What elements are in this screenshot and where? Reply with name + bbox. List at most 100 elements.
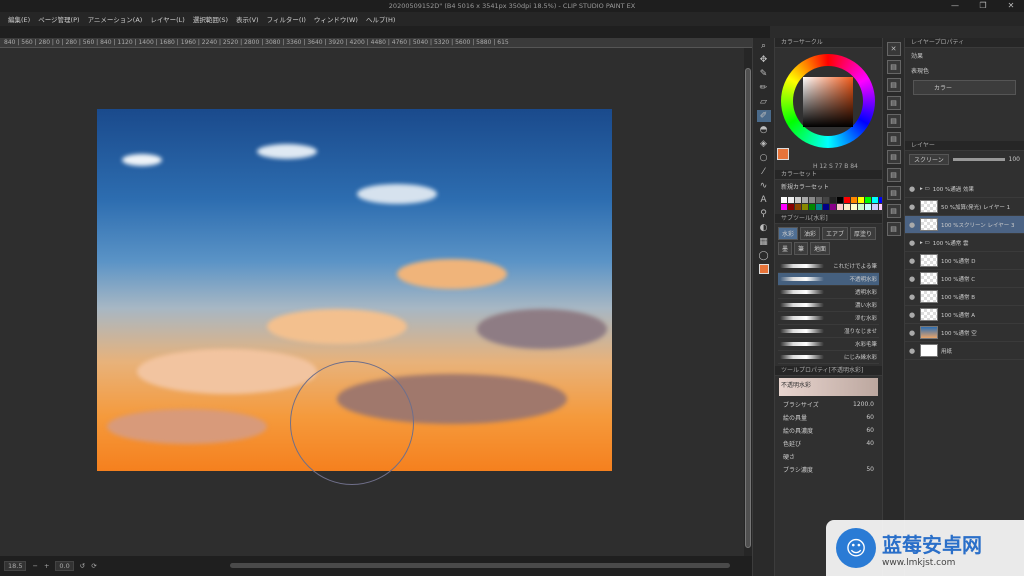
palette-swatch[interactable] bbox=[816, 204, 822, 210]
palette-swatch[interactable] bbox=[823, 197, 829, 203]
layer-row[interactable]: ● 100 %通常 C bbox=[905, 270, 1024, 288]
palette-swatch[interactable] bbox=[844, 204, 850, 210]
palette-swatch[interactable] bbox=[809, 204, 815, 210]
menu-layer[interactable]: レイヤー(L) bbox=[146, 14, 189, 24]
property-row[interactable]: 硬さ bbox=[775, 450, 882, 463]
palette-swatch[interactable] bbox=[844, 197, 850, 203]
palette-swatch[interactable] bbox=[802, 204, 808, 210]
tab-watercolor[interactable]: 水彩 bbox=[778, 227, 799, 240]
saturation-value-square[interactable] bbox=[803, 77, 853, 127]
brush-item[interactable]: 湿りなじませ bbox=[778, 325, 879, 338]
minimize-button[interactable]: — bbox=[946, 0, 964, 12]
property-value[interactable]: 60 bbox=[866, 414, 874, 421]
layer-row[interactable]: ● 用紙 bbox=[905, 342, 1024, 360]
sub-view-icon[interactable]: ▤ bbox=[886, 78, 901, 92]
material-icon[interactable]: ▤ bbox=[886, 96, 901, 110]
gradient-tool-icon[interactable]: ◐ bbox=[757, 222, 771, 234]
property-row[interactable]: 絵の具濃度 60 bbox=[775, 424, 882, 437]
frame-tool-icon[interactable]: ▦ bbox=[757, 236, 771, 248]
palette-swatch[interactable] bbox=[802, 197, 808, 203]
panel-close-icon[interactable]: ✕ bbox=[886, 42, 901, 56]
palette-swatch[interactable] bbox=[788, 197, 794, 203]
brush-tool-icon[interactable]: ✐ bbox=[756, 110, 771, 122]
zoom-in-icon[interactable]: + bbox=[44, 562, 49, 570]
visibility-eye-icon[interactable]: ● bbox=[909, 311, 917, 319]
folder-icon[interactable]: ▸ ▭ bbox=[920, 240, 930, 246]
curve-tool-icon[interactable]: ∿ bbox=[757, 180, 771, 192]
palette-swatch[interactable] bbox=[872, 204, 878, 210]
visibility-eye-icon[interactable]: ● bbox=[909, 239, 917, 247]
layer-row[interactable]: ● 100 %通常 D bbox=[905, 252, 1024, 270]
layer-row[interactable]: ● 100 %通常 B bbox=[905, 288, 1024, 306]
palette-swatch[interactable] bbox=[788, 204, 794, 210]
palette-swatch[interactable] bbox=[858, 204, 864, 210]
palette-swatch[interactable] bbox=[830, 204, 836, 210]
menu-animation[interactable]: アニメーション(A) bbox=[84, 14, 147, 24]
menu-filter[interactable]: フィルター(I) bbox=[263, 14, 310, 24]
menu-selection[interactable]: 選択範囲(S) bbox=[189, 14, 232, 24]
palette-swatch[interactable] bbox=[823, 204, 829, 210]
palette-swatch[interactable] bbox=[837, 204, 843, 210]
tab-thick-paint[interactable]: 厚塗り bbox=[850, 227, 877, 240]
reset-icon[interactable]: ⟳ bbox=[91, 562, 96, 570]
property-row[interactable]: 色延び 40 bbox=[775, 437, 882, 450]
menu-window[interactable]: ウィンドウ(W) bbox=[310, 14, 362, 24]
blend-tool-icon[interactable]: ◈ bbox=[757, 138, 771, 150]
blend-mode-select[interactable]: スクリーン bbox=[909, 154, 949, 165]
vertical-scrollbar[interactable] bbox=[744, 48, 752, 556]
visibility-eye-icon[interactable]: ● bbox=[909, 329, 917, 337]
visibility-eye-icon[interactable]: ● bbox=[909, 221, 917, 229]
folder-icon[interactable]: ▸ ▭ bbox=[920, 186, 930, 192]
maximize-button[interactable]: ❐ bbox=[974, 0, 992, 12]
menu-page[interactable]: ページ管理(P) bbox=[34, 14, 83, 24]
palette-swatch[interactable] bbox=[795, 204, 801, 210]
main-color-swatch[interactable] bbox=[758, 264, 769, 274]
brush-item[interactable]: にじみ縁水彩 bbox=[778, 351, 879, 364]
layer-row[interactable]: ● ▸ ▭ 100 %通常 雲 bbox=[905, 234, 1024, 252]
menu-view[interactable]: 表示(V) bbox=[232, 14, 263, 24]
eraser-tool-icon[interactable]: ▱ bbox=[757, 96, 771, 108]
horizontal-scrollbar[interactable] bbox=[230, 563, 730, 568]
eyedropper-tool-icon[interactable]: ⚲ bbox=[757, 208, 771, 220]
palette-swatch[interactable] bbox=[781, 204, 787, 210]
balloon-tool-icon[interactable]: ◯ bbox=[757, 250, 771, 262]
material-icon[interactable]: ▤ bbox=[886, 204, 901, 218]
visibility-eye-icon[interactable]: ● bbox=[909, 275, 917, 283]
navigator-icon[interactable]: ▤ bbox=[886, 60, 901, 74]
color-wheel[interactable]: H 12 S 77 B 84 bbox=[775, 48, 883, 170]
zoom-field[interactable]: 18.5 bbox=[4, 561, 27, 571]
material-icon[interactable]: ▤ bbox=[886, 168, 901, 182]
brush-item[interactable]: 滲む水彩 bbox=[778, 312, 879, 325]
material-icon[interactable]: ▤ bbox=[886, 132, 901, 146]
tab-ink[interactable]: 墨 bbox=[778, 242, 793, 255]
palette-swatch[interactable] bbox=[830, 197, 836, 203]
color-set-name[interactable]: 新規カラーセット bbox=[775, 180, 882, 193]
palette-swatch[interactable] bbox=[837, 197, 843, 203]
rotate-icon[interactable]: ↺ bbox=[80, 562, 85, 570]
brush-item[interactable]: 濃い水彩 bbox=[778, 299, 879, 312]
pen-tool-icon[interactable]: ✎ bbox=[757, 68, 771, 80]
material-icon[interactable]: ▤ bbox=[886, 222, 901, 236]
palette-swatch[interactable] bbox=[865, 197, 871, 203]
palette-swatch[interactable] bbox=[795, 197, 801, 203]
brush-item[interactable]: これだけでよる筆 bbox=[778, 260, 879, 273]
tab-ground[interactable]: 地面 bbox=[810, 242, 831, 255]
current-color-swatch[interactable] bbox=[777, 148, 789, 160]
visibility-eye-icon[interactable]: ● bbox=[909, 293, 917, 301]
move-tool-icon[interactable]: ✥ bbox=[757, 54, 771, 66]
property-value[interactable]: 1200.0 bbox=[853, 401, 874, 408]
layer-row[interactable]: ● 100 %スクリーン レイヤー 3 bbox=[905, 216, 1024, 234]
layer-row[interactable]: ● 100 %通常 A bbox=[905, 306, 1024, 324]
palette-swatch[interactable] bbox=[809, 197, 815, 203]
pencil-tool-icon[interactable]: ✏ bbox=[757, 82, 771, 94]
expression-color-select[interactable]: カラー bbox=[913, 80, 1016, 95]
property-value[interactable]: 60 bbox=[866, 427, 874, 434]
line-tool-icon[interactable]: ⁄ bbox=[757, 166, 771, 178]
tab-brush[interactable]: 筆 bbox=[794, 242, 809, 255]
zoom-out-icon[interactable]: − bbox=[32, 562, 37, 570]
visibility-eye-icon[interactable]: ● bbox=[909, 203, 917, 211]
visibility-eye-icon[interactable]: ● bbox=[909, 347, 917, 355]
visibility-eye-icon[interactable]: ● bbox=[909, 257, 917, 265]
material-icon[interactable]: ▤ bbox=[886, 114, 901, 128]
palette-swatch[interactable] bbox=[865, 204, 871, 210]
